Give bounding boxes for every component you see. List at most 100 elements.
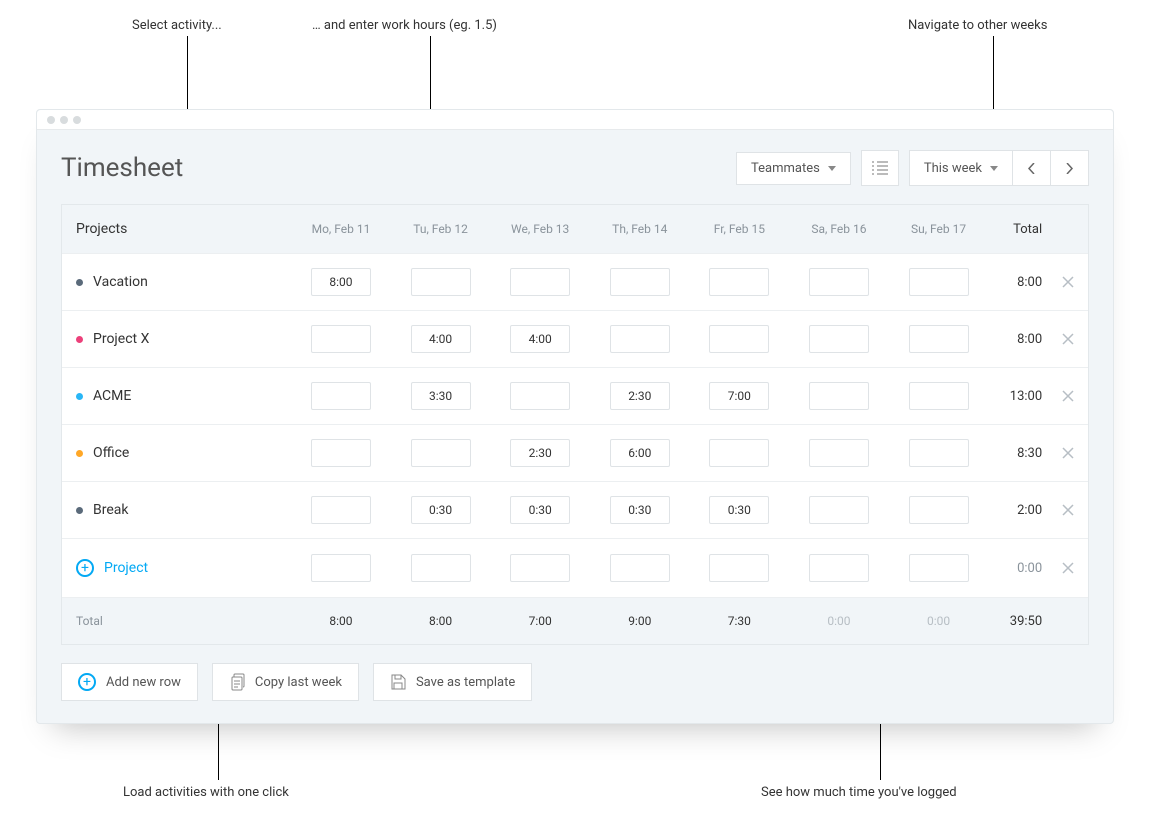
project-name: Break <box>93 502 128 518</box>
annotation-load-activities: Load activities with one click <box>123 785 289 800</box>
time-input[interactable] <box>809 325 869 353</box>
col-day: Fr, Feb 15 <box>690 222 790 236</box>
teammates-label: Teammates <box>751 161 820 176</box>
list-view-button[interactable] <box>861 150 899 186</box>
time-input[interactable] <box>909 325 969 353</box>
time-input[interactable] <box>709 382 769 410</box>
time-input[interactable] <box>709 268 769 296</box>
time-input[interactable] <box>411 268 471 296</box>
project-cell[interactable]: Office <box>62 425 291 481</box>
time-input[interactable] <box>709 325 769 353</box>
caret-down-icon <box>990 166 998 171</box>
close-icon <box>1062 390 1074 402</box>
time-input[interactable] <box>311 325 371 353</box>
remove-row-button[interactable] <box>1062 390 1074 402</box>
row-total: 8:00 <box>988 332 1048 347</box>
timesheet-table: Projects Mo, Feb 11 Tu, Feb 12 We, Feb 1… <box>61 204 1089 645</box>
new-project-row: + Project 0:00 <box>62 539 1088 598</box>
col-day: We, Feb 13 <box>490 222 590 236</box>
week-picker[interactable]: This week <box>909 150 1013 186</box>
project-cell[interactable]: Vacation <box>62 254 291 310</box>
time-input[interactable] <box>709 439 769 467</box>
time-input[interactable] <box>311 268 371 296</box>
teammates-picker[interactable]: Teammates <box>736 152 851 185</box>
table-row: Vacation 8:00 <box>62 254 1088 311</box>
time-input[interactable] <box>809 382 869 410</box>
remove-row-button[interactable] <box>1062 562 1074 574</box>
new-project-label: Project <box>104 560 148 576</box>
time-input[interactable] <box>610 325 670 353</box>
time-input[interactable] <box>909 554 969 582</box>
chevron-right-icon <box>1066 163 1073 174</box>
time-input[interactable] <box>510 439 570 467</box>
save-template-button[interactable]: Save as template <box>373 663 532 701</box>
project-cell[interactable]: Project X <box>62 311 291 367</box>
row-total: 8:00 <box>988 275 1048 290</box>
time-input[interactable] <box>311 439 371 467</box>
app-window: Timesheet Teammates This week <box>36 109 1114 724</box>
table-row: Office 8:30 <box>62 425 1088 482</box>
time-input[interactable] <box>411 325 471 353</box>
time-input[interactable] <box>909 496 969 524</box>
annotation-select-activity: Select activity... <box>132 18 222 33</box>
project-cell[interactable]: Break <box>62 482 291 538</box>
next-week-button[interactable] <box>1051 150 1089 186</box>
new-project-button[interactable]: + Project <box>62 539 291 597</box>
project-cell[interactable]: ACME <box>62 368 291 424</box>
traffic-light <box>47 116 55 124</box>
remove-row-button[interactable] <box>1062 333 1074 345</box>
annotation-see-time: See how much time you've logged <box>761 785 957 800</box>
traffic-light <box>60 116 68 124</box>
add-row-button[interactable]: + Add new row <box>61 663 198 701</box>
time-input[interactable] <box>311 554 371 582</box>
time-input[interactable] <box>411 382 471 410</box>
col-day: Th, Feb 14 <box>590 222 690 236</box>
time-input[interactable] <box>610 439 670 467</box>
col-day: Su, Feb 17 <box>889 222 989 236</box>
time-input[interactable] <box>411 439 471 467</box>
time-input[interactable] <box>909 382 969 410</box>
time-input[interactable] <box>909 439 969 467</box>
annotation-navigate-weeks: Navigate to other weeks <box>908 18 1047 33</box>
time-input[interactable] <box>510 496 570 524</box>
time-input[interactable] <box>809 554 869 582</box>
time-input[interactable] <box>510 382 570 410</box>
time-input[interactable] <box>909 268 969 296</box>
project-name: Project X <box>93 331 149 347</box>
close-icon <box>1062 562 1074 574</box>
remove-row-button[interactable] <box>1062 276 1074 288</box>
row-total: 8:30 <box>988 446 1048 461</box>
caret-down-icon <box>828 166 836 171</box>
time-input[interactable] <box>311 496 371 524</box>
time-input[interactable] <box>610 496 670 524</box>
time-input[interactable] <box>411 554 471 582</box>
row-total: 0:00 <box>988 561 1048 576</box>
col-day: Tu, Feb 12 <box>391 222 491 236</box>
time-input[interactable] <box>610 382 670 410</box>
row-total: 13:00 <box>988 389 1048 404</box>
time-input[interactable] <box>809 268 869 296</box>
footer-day-total: 9:00 <box>590 614 690 628</box>
time-input[interactable] <box>809 439 869 467</box>
time-input[interactable] <box>510 554 570 582</box>
time-input[interactable] <box>610 268 670 296</box>
time-input[interactable] <box>510 325 570 353</box>
table-header-row: Projects Mo, Feb 11 Tu, Feb 12 We, Feb 1… <box>62 205 1088 254</box>
remove-row-button[interactable] <box>1062 447 1074 459</box>
time-input[interactable] <box>709 554 769 582</box>
time-input[interactable] <box>311 382 371 410</box>
project-color-dot <box>76 393 83 400</box>
table-row: Break 2:00 <box>62 482 1088 539</box>
row-total: 2:00 <box>988 503 1048 518</box>
time-input[interactable] <box>411 496 471 524</box>
footer-day-total: 0:00 <box>889 614 989 628</box>
time-input[interactable] <box>510 268 570 296</box>
list-icon <box>872 161 888 175</box>
project-name: ACME <box>93 388 131 404</box>
remove-row-button[interactable] <box>1062 504 1074 516</box>
copy-last-week-button[interactable]: Copy last week <box>212 663 359 701</box>
time-input[interactable] <box>709 496 769 524</box>
time-input[interactable] <box>610 554 670 582</box>
prev-week-button[interactable] <box>1013 150 1051 186</box>
time-input[interactable] <box>809 496 869 524</box>
